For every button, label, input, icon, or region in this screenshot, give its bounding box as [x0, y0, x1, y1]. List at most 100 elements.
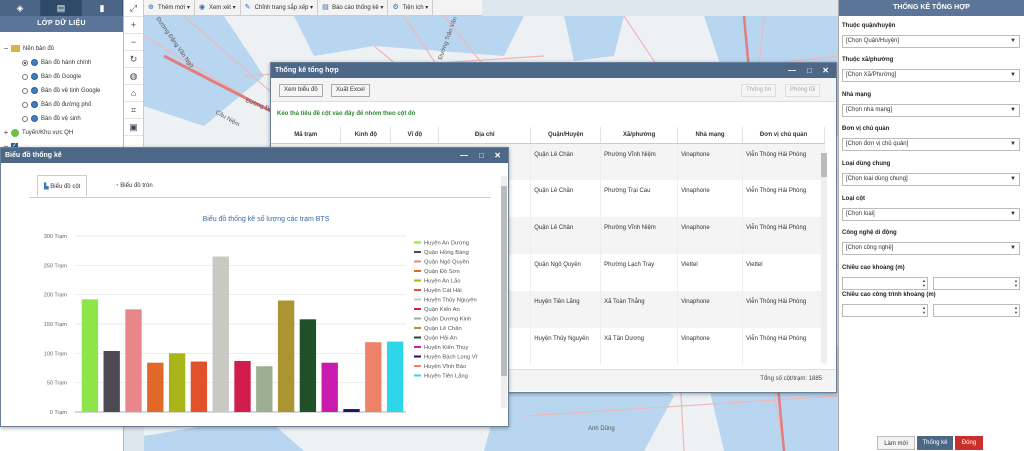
col-header[interactable]: Mã trạm: [271, 127, 342, 144]
maximize-icon[interactable]: □: [479, 148, 484, 163]
col-header[interactable]: Nhà mạng: [677, 127, 744, 144]
zoom-in-button[interactable]: +: [124, 17, 143, 34]
col-header[interactable]: Xã/phường: [600, 127, 679, 144]
refresh-button[interactable]: ↻: [124, 51, 143, 68]
y-tick-label: 300 Trạm: [44, 234, 68, 240]
bar: [234, 360, 251, 412]
globe-icon: [31, 73, 38, 80]
view-chart-button[interactable]: Xem biểu đồ: [279, 84, 323, 97]
stepper-icon[interactable]: ▲ ▼: [1014, 278, 1018, 288]
tab-list[interactable]: ▤: [41, 0, 82, 16]
close-icon[interactable]: ✕: [822, 63, 829, 78]
scrollbar-thumb[interactable]: [821, 153, 827, 177]
pole-type-select[interactable]: [Chọn loại] ▼: [842, 208, 1020, 221]
cell-ward: Phường Lạch Tray: [600, 254, 679, 291]
col-header[interactable]: Đơn vị chủ quản: [742, 127, 825, 144]
minimize-icon[interactable]: —: [788, 63, 796, 78]
bar: [168, 353, 186, 412]
crop-button[interactable]: ⌗: [124, 102, 143, 119]
menu-add[interactable]: ⊕ Thêm mới ▾: [144, 0, 195, 15]
reset-button[interactable]: Làm mới: [877, 436, 915, 450]
tree-item-admin-map[interactable]: Bản đồ hành chính: [22, 57, 91, 68]
ward-select[interactable]: [Chọn Xã/Phường] ▼: [842, 69, 1020, 82]
radio-icon[interactable]: [22, 73, 28, 80]
bar-chart: Biểu đồ thống kê số lượng các trạm BTS 0 …: [44, 214, 478, 416]
stepper-icon[interactable]: ▲ ▼: [922, 305, 926, 315]
image-button[interactable]: ▣: [124, 119, 143, 136]
collapse-icon[interactable]: −: [2, 44, 10, 53]
chart-window-titlebar[interactable]: Biểu đồ thống kê — □ ✕: [1, 148, 508, 163]
export-excel-button[interactable]: Xuất Excel: [331, 84, 370, 97]
menu-report[interactable]: ▤ Báo cáo thống kê ▾: [318, 0, 389, 15]
col-header[interactable]: Kinh độ: [340, 127, 392, 144]
cell-ward: Phường Vĩnh Niệm: [600, 143, 679, 180]
info-button[interactable]: Thống tin: [741, 84, 777, 97]
table-scrollbar[interactable]: [821, 153, 827, 363]
maximize-icon[interactable]: □: [807, 63, 812, 78]
col-header[interactable]: Địa chỉ: [438, 127, 532, 144]
radio-icon[interactable]: [22, 59, 28, 66]
col-header[interactable]: Quận/Huyện: [530, 127, 602, 144]
cell-district: Quận Lê Chân: [530, 217, 602, 254]
radio-icon[interactable]: [22, 115, 28, 122]
tree-label: Bản đồ vệ tinh Google: [41, 87, 101, 94]
legend-label: Quận Dương Kinh: [424, 317, 471, 323]
chart-scrollbar[interactable]: [501, 176, 507, 408]
height-max-input[interactable]: ▲ ▼: [933, 277, 1020, 290]
zoom-button[interactable]: Phóng tối: [785, 84, 821, 97]
menu-tools[interactable]: ⚙ Tiện ích ▾: [388, 0, 434, 15]
shared-type-select[interactable]: [Chọn loại dùng chung] ▼: [842, 173, 1020, 186]
tree-item-planning[interactable]: + Tuyến/Khu vực QH: [2, 127, 74, 138]
tree-item-sanitation-map[interactable]: Bản đồ vệ sinh: [22, 113, 81, 124]
radio-icon[interactable]: [22, 101, 28, 108]
district-select[interactable]: [Chọn Quận/Huyện] ▼: [842, 35, 1020, 48]
summary-window-titlebar[interactable]: Thống kê tổng hợp — □ ✕: [271, 63, 836, 78]
col-header[interactable]: Vĩ độ: [390, 127, 440, 144]
tree-folder-basemap[interactable]: − Nền bản đồ: [2, 43, 54, 54]
stepper-icon[interactable]: ▲ ▼: [922, 278, 926, 288]
building-height-min-input[interactable]: ▲ ▼: [842, 304, 928, 317]
pie-chart-icon: ◔: [115, 183, 119, 189]
tree-item-satellite-map[interactable]: Bản đồ vệ tinh Google: [22, 85, 100, 96]
tab-bar-chart[interactable]: ▙ Biểu đồ cột: [37, 175, 88, 197]
main-menu: ⊕ Thêm mới ▾ ◉ Xem xét ▾ ✎ Chỉnh trang sắp …: [144, 0, 482, 16]
menu-view[interactable]: ◉ Xem xét ▾: [195, 0, 241, 15]
plus-icon: +: [130, 20, 137, 30]
height-min-input[interactable]: ▲ ▼: [842, 277, 928, 290]
menu-edit[interactable]: ✎ Chỉnh trang sắp xếp ▾: [241, 0, 319, 15]
owner-select[interactable]: [Chọn đơn vị chủ quản] ▼: [842, 138, 1020, 151]
legend-label: Huyện Bạch Long Vĩ: [424, 355, 478, 361]
tree-item-street-map[interactable]: Bản đồ đường phố: [22, 99, 91, 110]
cell-network: Vinaphone: [677, 180, 744, 217]
legend-swatch: [414, 374, 421, 377]
stepper-icon[interactable]: ▲ ▼: [1014, 305, 1018, 315]
chevron-down-icon: ▼: [1010, 72, 1016, 78]
technology-select[interactable]: [Chọn công nghệ] ▼: [842, 242, 1020, 255]
tree-label: Bản đồ hành chính: [41, 59, 92, 66]
refresh-icon: ↻: [129, 53, 138, 64]
radio-icon[interactable]: [22, 87, 28, 94]
cell-owner: Viễn Thông Hải Phòng: [742, 180, 825, 217]
tree-item-google-map[interactable]: Bản đồ Google: [22, 71, 81, 82]
minimize-icon[interactable]: —: [460, 148, 468, 163]
tab-pie-chart[interactable]: ◔ Biểu đồ tròn: [109, 175, 159, 197]
tab-book[interactable]: ▮: [82, 0, 123, 16]
building-height-max-input[interactable]: ▲ ▼: [933, 304, 1020, 317]
bar: [125, 309, 142, 412]
bar: [190, 361, 208, 412]
zoom-out-button[interactable]: −: [124, 34, 143, 51]
home-button[interactable]: ⌂: [124, 85, 143, 102]
network-select[interactable]: [Chọn nhà mạng] ▼: [842, 104, 1020, 117]
fullscreen-icon: ⤢: [129, 2, 138, 13]
statistics-button[interactable]: Thống kê: [917, 436, 953, 450]
fullscreen-button[interactable]: ⤢: [124, 0, 143, 17]
tab-layers[interactable]: ◈: [0, 0, 41, 16]
close-button[interactable]: Đóng: [955, 436, 983, 450]
close-icon[interactable]: ✕: [494, 148, 501, 163]
locate-button[interactable]: ◍: [124, 68, 143, 85]
expand-icon[interactable]: +: [2, 128, 10, 137]
bar: [321, 362, 338, 412]
scrollbar-thumb[interactable]: [501, 186, 507, 376]
menu-label: Tiện ích: [402, 4, 424, 11]
globe-icon: [31, 115, 38, 122]
